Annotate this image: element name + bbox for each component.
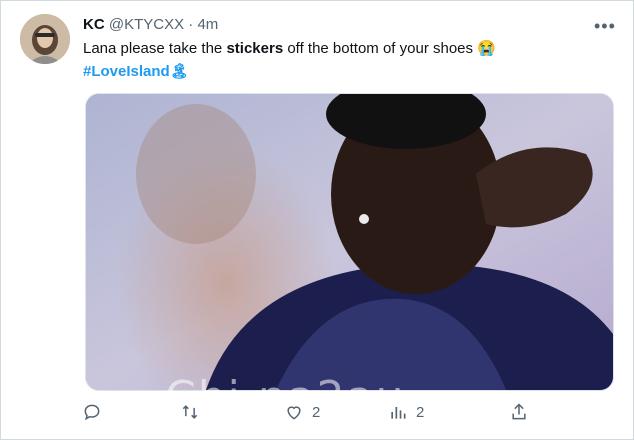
share-button[interactable] [509,402,537,422]
retweet-button[interactable] [180,402,208,422]
retweet-icon [182,405,198,419]
share-icon [512,403,526,420]
like-button[interactable]: 2 [284,402,320,422]
reply-icon [84,404,100,421]
views-count: 2 [416,403,425,421]
tweet-media-image[interactable] [85,93,614,391]
views-chart-icon [391,407,406,419]
tweet-header: KC @KTYCXX · 4m [83,15,218,35]
hashtag-link[interactable]: #LoveIsland🏝 [83,61,189,83]
avatar-image [20,14,70,64]
island-hashflag-icon: 🏝 [169,63,189,81]
tweet-text-part: Lana please take the [83,40,227,57]
author-name[interactable]: KC [83,16,105,33]
views-button[interactable]: 2 [388,402,424,422]
hashtag-text[interactable]: #LoveIsland [83,63,170,80]
tweet-text-bold: stickers [226,40,284,57]
avatar[interactable] [20,14,70,64]
crying-emoji-icon: 😭 [477,40,496,58]
reply-button[interactable] [82,402,110,422]
tweet-actions-bar: 2 2 [0,398,634,428]
author-handle[interactable]: @KTYCXX [109,16,184,33]
tweet-text-part: off the bottom of your shoes [283,40,474,57]
separator-dot: · [188,16,194,33]
like-count: 2 [312,403,321,421]
more-options-icon[interactable]: ••• [594,16,616,37]
media-photo [86,94,613,390]
timestamp[interactable]: 4m [197,16,218,33]
heart-icon [287,406,301,420]
tweet-text: Lana please take the stickers off the bo… [83,38,496,60]
